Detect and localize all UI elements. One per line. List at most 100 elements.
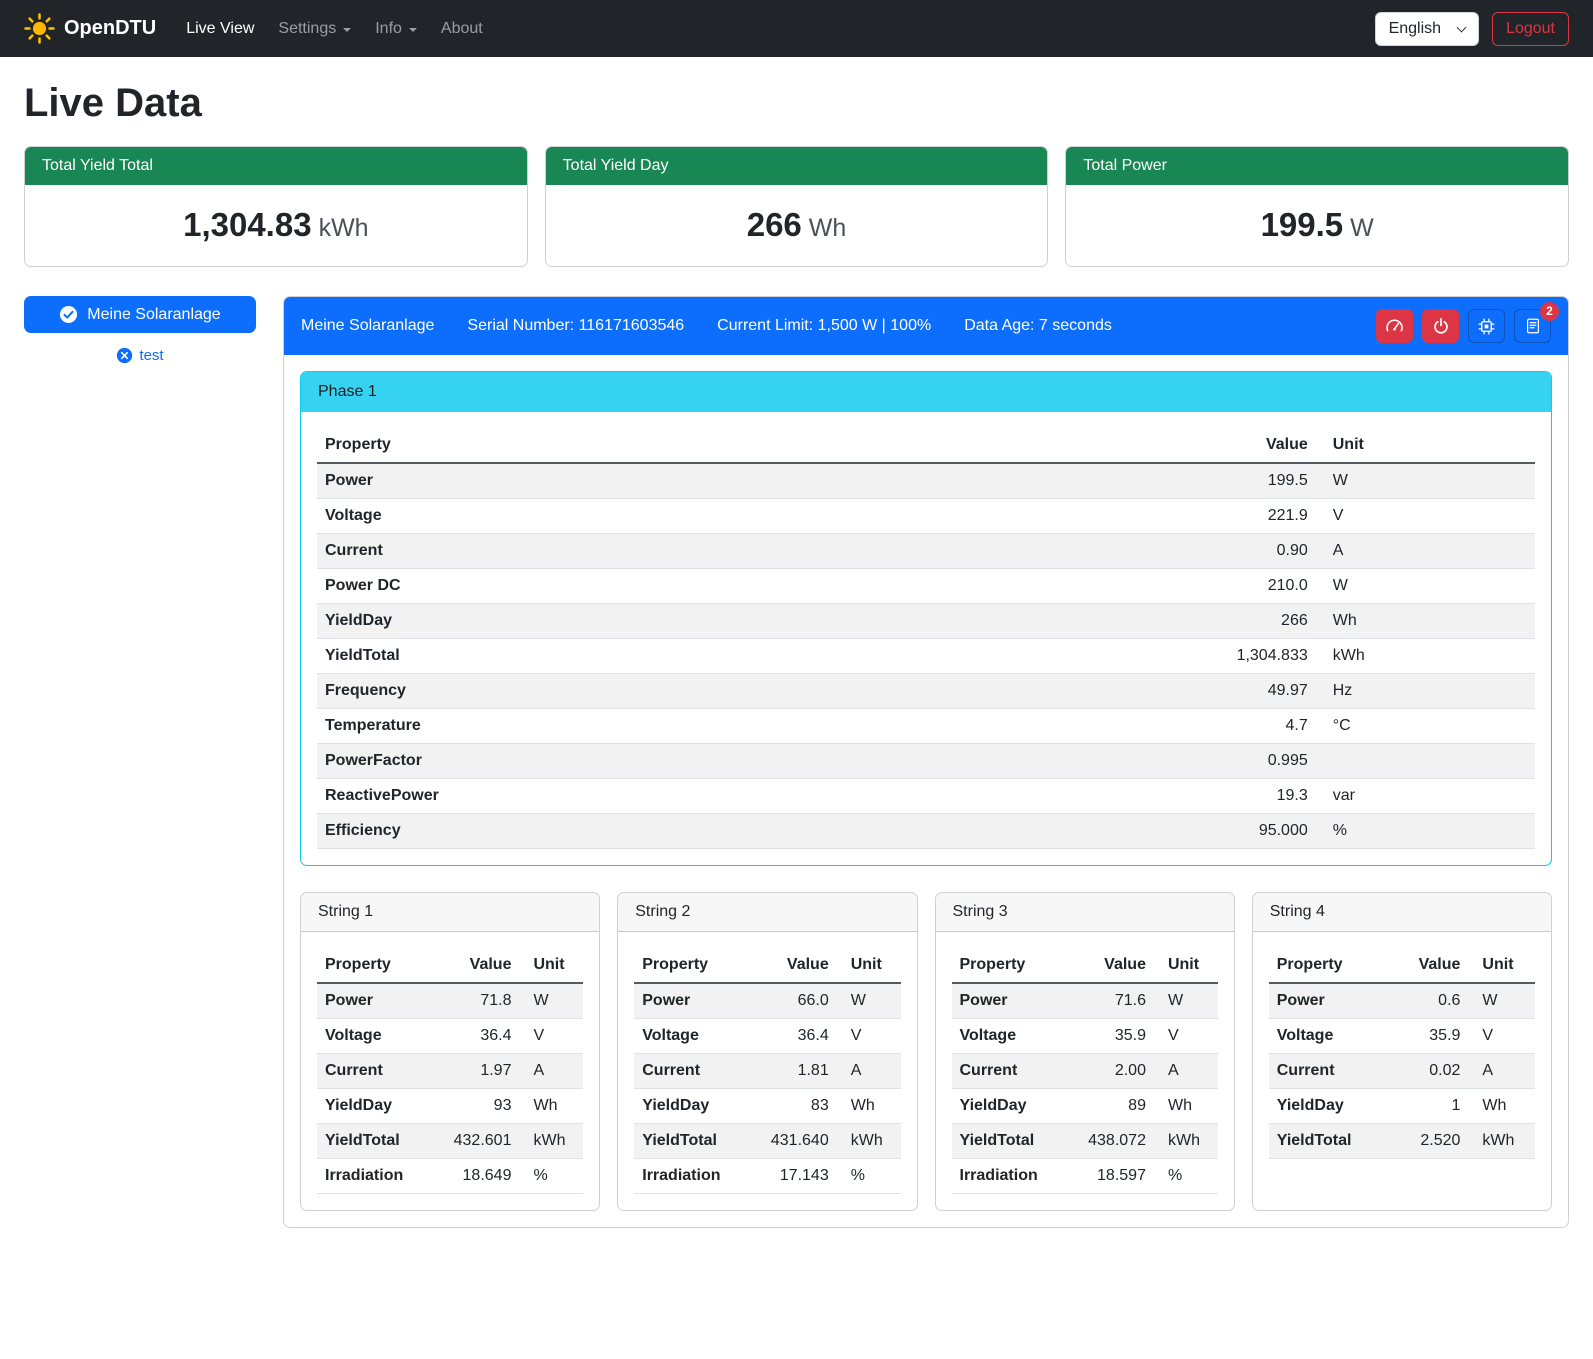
- table-row: Power71.8W: [317, 983, 583, 1019]
- property-cell: Voltage: [634, 1019, 763, 1054]
- table-header-row: Property Value Unit: [1269, 948, 1535, 983]
- unit-cell: kWh: [519, 1124, 583, 1159]
- unit-cell: W: [1316, 463, 1535, 499]
- value-cell: 432.601: [446, 1124, 520, 1159]
- value-cell: 71.8: [446, 983, 520, 1019]
- property-cell: YieldDay: [634, 1089, 763, 1124]
- value-header: Value: [763, 948, 837, 983]
- nav-item-live-view[interactable]: Live View: [176, 12, 264, 46]
- unit-cell: V: [1316, 499, 1535, 534]
- brand-text: OpenDTU: [64, 17, 156, 40]
- nav-info-label: Info: [375, 20, 402, 38]
- property-cell: Current: [952, 1054, 1081, 1089]
- summary-card-title: Total Power: [1066, 147, 1568, 185]
- table-row: YieldDay266Wh: [317, 604, 1535, 639]
- inverter-data-age: Data Age: 7 seconds: [964, 317, 1112, 335]
- string-card-title: String 4: [1253, 893, 1551, 932]
- unit-cell: %: [1154, 1159, 1218, 1194]
- unit-cell: Wh: [519, 1089, 583, 1124]
- summary-card-total-yield-total: Total Yield Total 1,304.83kWh: [24, 146, 528, 267]
- string-card-body: Property Value Unit Power0.6WVoltage35.9…: [1253, 932, 1551, 1175]
- unit-cell: V: [1468, 1019, 1535, 1054]
- summary-value: 199.5: [1261, 206, 1344, 243]
- unit-cell: W: [1468, 983, 1535, 1019]
- phase-table: Property Value Unit Power199.5WVoltage22…: [317, 428, 1535, 849]
- value-cell: 2.00: [1080, 1054, 1154, 1089]
- summary-card-total-power: Total Power 199.5W: [1065, 146, 1569, 267]
- property-cell: Current: [1269, 1054, 1407, 1089]
- inverter-card-header: Meine Solaranlage Serial Number: 1161716…: [284, 297, 1568, 355]
- property-cell: YieldTotal: [317, 1124, 446, 1159]
- string-table: Property Value Unit Power71.8WVoltage36.…: [317, 948, 583, 1194]
- string-table: Property Value Unit Power0.6WVoltage35.9…: [1269, 948, 1535, 1159]
- value-cell: 19.3: [1072, 779, 1316, 814]
- navbar-right: English Logout: [1375, 12, 1569, 46]
- nav-item-info[interactable]: Info: [365, 12, 427, 46]
- property-cell: Efficiency: [317, 814, 1072, 849]
- nav-item-settings[interactable]: Settings: [268, 12, 361, 46]
- property-cell: Voltage: [317, 499, 1072, 534]
- limit-settings-button[interactable]: [1376, 309, 1413, 343]
- top-navbar: OpenDTU Live View Settings Info About En…: [0, 0, 1593, 57]
- logout-button[interactable]: Logout: [1492, 12, 1569, 46]
- device-info-button[interactable]: [1468, 309, 1505, 343]
- value-cell: 49.97: [1072, 674, 1316, 709]
- table-row: YieldDay1Wh: [1269, 1089, 1535, 1124]
- unit-header: Unit: [1468, 948, 1535, 983]
- unit-cell: °C: [1316, 709, 1535, 744]
- property-cell: YieldDay: [317, 1089, 446, 1124]
- table-row: YieldTotal438.072kWh: [952, 1124, 1218, 1159]
- unit-cell: W: [1154, 983, 1218, 1019]
- unit-cell: W: [519, 983, 583, 1019]
- unit-cell: kWh: [1154, 1124, 1218, 1159]
- cpu-chip-icon: [1477, 317, 1496, 336]
- property-cell: YieldDay: [952, 1089, 1081, 1124]
- table-row: Power0.6W: [1269, 983, 1535, 1019]
- property-cell: Irradiation: [317, 1159, 446, 1194]
- property-header: Property: [317, 948, 446, 983]
- unit-cell: Wh: [1154, 1089, 1218, 1124]
- summary-value: 266: [747, 206, 802, 243]
- value-header: Value: [1080, 948, 1154, 983]
- summary-card-body: 199.5W: [1066, 185, 1568, 266]
- property-cell: Current: [317, 1054, 446, 1089]
- language-select[interactable]: English: [1375, 12, 1479, 46]
- value-cell: 438.072: [1080, 1124, 1154, 1159]
- table-row: Frequency49.97Hz: [317, 674, 1535, 709]
- table-row: Voltage35.9V: [1269, 1019, 1535, 1054]
- property-header: Property: [317, 428, 1072, 463]
- nav-item-about[interactable]: About: [431, 12, 493, 46]
- property-cell: Power: [317, 463, 1072, 499]
- string-card-body: Property Value Unit Power71.6WVoltage35.…: [936, 932, 1234, 1210]
- string-table: Property Value Unit Power66.0WVoltage36.…: [634, 948, 900, 1194]
- unit-header: Unit: [837, 948, 901, 983]
- events-count-badge: 2: [1540, 302, 1559, 321]
- inverter-select-label: Meine Solaranlage: [87, 306, 220, 324]
- test-inverter-link[interactable]: test: [116, 347, 163, 364]
- table-row: Power66.0W: [634, 983, 900, 1019]
- inverter-select-button[interactable]: Meine Solaranlage: [24, 296, 256, 333]
- summary-value: 1,304.83: [183, 206, 311, 243]
- value-cell: 71.6: [1080, 983, 1154, 1019]
- power-button[interactable]: [1422, 309, 1459, 343]
- summary-unit: Wh: [809, 214, 847, 242]
- unit-cell: Hz: [1316, 674, 1535, 709]
- unit-cell: %: [1316, 814, 1535, 849]
- table-row: Power71.6W: [952, 983, 1218, 1019]
- table-row: Temperature4.7°C: [317, 709, 1535, 744]
- property-cell: YieldTotal: [317, 639, 1072, 674]
- value-cell: 35.9: [1407, 1019, 1468, 1054]
- brand[interactable]: OpenDTU: [24, 13, 156, 44]
- nav-settings-label: Settings: [278, 20, 336, 38]
- unit-cell: W: [1316, 569, 1535, 604]
- value-cell: 210.0: [1072, 569, 1316, 604]
- inverter-current-limit: Current Limit: 1,500 W | 100%: [717, 317, 931, 335]
- string-table: Property Value Unit Power71.6WVoltage35.…: [952, 948, 1218, 1194]
- event-log-button[interactable]: 2: [1514, 309, 1551, 343]
- string-card-2: String 2 Property Value Unit: [617, 892, 917, 1211]
- string-card-3: String 3 Property Value Unit: [935, 892, 1235, 1211]
- value-cell: 93: [446, 1089, 520, 1124]
- unit-cell: A: [1468, 1054, 1535, 1089]
- property-cell: Voltage: [952, 1019, 1081, 1054]
- unit-header: Unit: [1154, 948, 1218, 983]
